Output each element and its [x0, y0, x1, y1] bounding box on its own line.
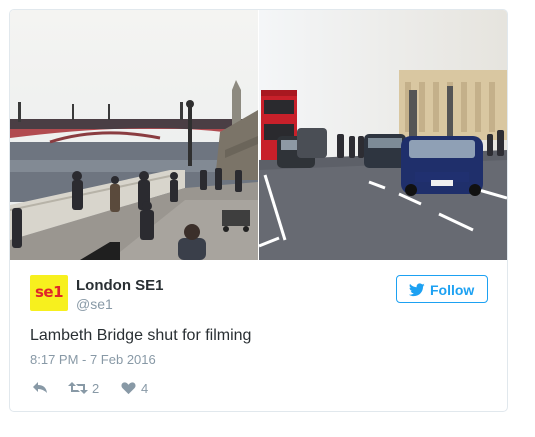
retweet-button[interactable]: 2 [68, 380, 108, 396]
retweet-icon [68, 382, 88, 394]
tweet-timestamp[interactable]: 8:17 PM - 7 Feb 2016 [30, 352, 156, 367]
author-name[interactable]: London SE1 [76, 277, 164, 294]
logo-text: se1 [34, 283, 64, 301]
heart-icon [121, 382, 136, 395]
twitter-bird-icon [408, 283, 425, 300]
tweet-text: Lambeth Bridge shut for filming [30, 327, 252, 344]
reply-icon [33, 382, 47, 393]
tweet-media[interactable] [10, 10, 507, 260]
reply-button[interactable] [32, 380, 50, 396]
like-count: 4 [141, 381, 149, 396]
author-handle[interactable]: @se1 [76, 296, 113, 312]
retweet-count: 2 [92, 381, 100, 396]
bridge-photo[interactable] [10, 10, 258, 260]
follow-button[interactable]: Follow [396, 275, 488, 303]
like-button[interactable]: 4 [121, 380, 155, 396]
traffic-photo[interactable] [259, 10, 507, 260]
avatar[interactable]: se1 [30, 275, 68, 311]
follow-label: Follow [430, 282, 475, 298]
tweet-card: se1 London SE1 @se1 Follow Lambeth Bridg… [9, 9, 508, 412]
